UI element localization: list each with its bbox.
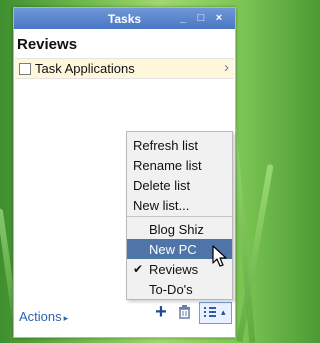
window-titlebar[interactable]: Tasks _ □ × [14, 8, 235, 29]
menu-item-new-list[interactable]: New list... [127, 195, 232, 215]
menu-item-label: New PC [149, 242, 197, 257]
actions-arrow-icon: ▸ [63, 313, 69, 323]
list-icon [204, 307, 216, 318]
chevron-up-icon: ▴ [221, 307, 226, 317]
menu-item-todos[interactable]: To-Do's [127, 279, 232, 299]
menu-item-label: Rename list [133, 158, 202, 173]
list-title: Reviews [17, 36, 78, 53]
menu-item-label: To-Do's [149, 282, 193, 297]
menu-item-label: New list... [133, 198, 190, 213]
menu-item-rename-list[interactable]: Rename list [127, 155, 232, 175]
chevron-right-icon[interactable]: › [224, 59, 229, 76]
menu-item-label: Reviews [149, 262, 199, 277]
menu-item-label: Delete list [133, 178, 191, 193]
minimize-button[interactable]: _ [176, 11, 190, 25]
pointer-icon [212, 245, 227, 267]
maximize-button[interactable]: □ [194, 11, 208, 25]
menu-item-label: Blog Shiz [149, 222, 204, 237]
close-button[interactable]: × [212, 11, 226, 25]
task-checkbox[interactable] [19, 63, 31, 75]
task-label[interactable]: Task Applications [35, 61, 135, 76]
task-row[interactable]: Task Applications › [15, 58, 234, 79]
menu-separator [127, 216, 232, 217]
checkmark-icon: ✔ [133, 262, 144, 276]
trash-icon[interactable] [178, 305, 191, 319]
list-menu-button[interactable]: ▴ [199, 302, 232, 324]
list-actions-menu: Refresh list Rename list Delete list New… [126, 131, 233, 300]
actions-link[interactable]: Actions ▸ [19, 309, 68, 324]
menu-item-label: Refresh list [133, 138, 199, 153]
menu-item-delete-list[interactable]: Delete list [127, 175, 232, 195]
menu-item-blog-shiz[interactable]: Blog Shiz [127, 219, 232, 239]
menu-item-refresh-list[interactable]: Refresh list [127, 135, 232, 155]
actions-link-label: Actions [19, 309, 62, 324]
add-task-button[interactable]: + [152, 301, 170, 323]
